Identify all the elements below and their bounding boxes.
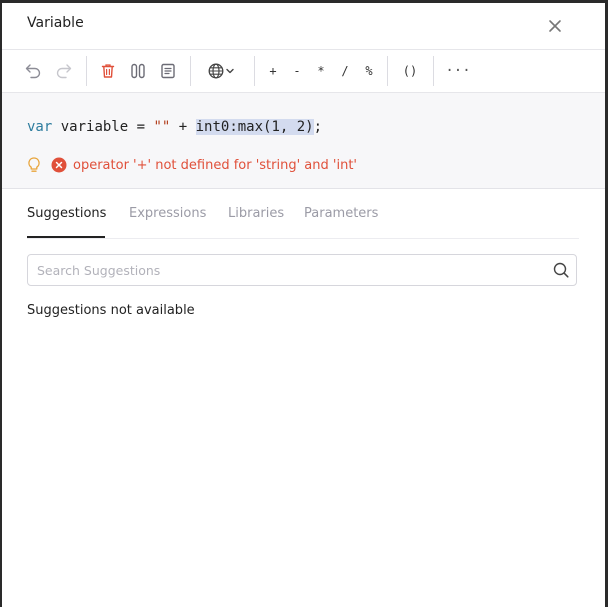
expression-toolbar: + - * / % () ··· xyxy=(2,50,605,93)
delete-button[interactable] xyxy=(97,60,119,82)
toolbar-separator xyxy=(254,56,255,86)
redo-button[interactable] xyxy=(53,60,75,82)
multiply-operator-button[interactable]: * xyxy=(314,61,328,81)
language-dropdown[interactable] xyxy=(204,60,238,82)
dialog-header: Variable xyxy=(2,3,605,50)
modulo-operator-button[interactable]: % xyxy=(362,61,376,81)
undo-button[interactable] xyxy=(22,60,44,82)
chevron-down-icon xyxy=(226,68,234,74)
document-button[interactable] xyxy=(157,60,179,82)
code-line[interactable]: var variable = "" + int0:max(1, 2); xyxy=(27,119,322,135)
empty-state-message: Suggestions not available xyxy=(27,303,195,318)
code-operator: + xyxy=(170,119,196,135)
dialog-title: Variable xyxy=(27,15,84,31)
document-icon xyxy=(161,63,175,79)
variable-dialog: Variable + - * / % () ··· var variable =… xyxy=(2,3,605,607)
search-box xyxy=(27,254,577,286)
tab-parameters[interactable]: Parameters xyxy=(304,206,378,221)
globe-icon xyxy=(208,63,224,79)
divide-operator-button[interactable]: / xyxy=(338,61,352,81)
close-button[interactable] xyxy=(545,16,565,36)
helper-tabs: Suggestions Expressions Libraries Parame… xyxy=(27,200,579,239)
columns-icon xyxy=(131,63,145,79)
toolbar-separator xyxy=(190,56,191,86)
active-tab-indicator xyxy=(27,236,105,238)
redo-icon xyxy=(56,64,72,79)
expression-editor[interactable]: var variable = "" + int0:max(1, 2); oper… xyxy=(2,93,605,189)
more-options-button[interactable]: ··· xyxy=(445,61,470,81)
toolbar-separator xyxy=(433,56,434,86)
code-selection: int0:max(1, 2) xyxy=(195,119,314,135)
parentheses-button[interactable]: () xyxy=(400,61,420,81)
tab-libraries[interactable]: Libraries xyxy=(228,206,284,221)
tab-expressions[interactable]: Expressions xyxy=(129,206,206,221)
columns-button[interactable] xyxy=(127,60,149,82)
minus-operator-button[interactable]: - xyxy=(290,61,304,81)
diagnostic-row: operator '+' not defined for 'string' an… xyxy=(27,156,357,174)
lightbulb-icon[interactable] xyxy=(27,156,41,174)
trash-icon xyxy=(101,64,115,78)
code-keyword: var xyxy=(27,119,53,135)
toolbar-separator xyxy=(86,56,87,86)
undo-icon xyxy=(25,64,41,79)
error-message: operator '+' not defined for 'string' an… xyxy=(73,157,357,173)
plus-operator-button[interactable]: + xyxy=(266,61,280,81)
toolbar-separator xyxy=(387,56,388,86)
error-icon xyxy=(51,157,67,173)
code-string-literal: "" xyxy=(153,119,171,135)
code-terminator: ; xyxy=(313,119,323,135)
search-input[interactable] xyxy=(37,261,537,279)
search-icon[interactable] xyxy=(553,262,569,278)
tab-suggestions[interactable]: Suggestions xyxy=(27,206,106,221)
code-variable-name: variable = xyxy=(52,119,154,135)
close-icon xyxy=(549,20,561,32)
